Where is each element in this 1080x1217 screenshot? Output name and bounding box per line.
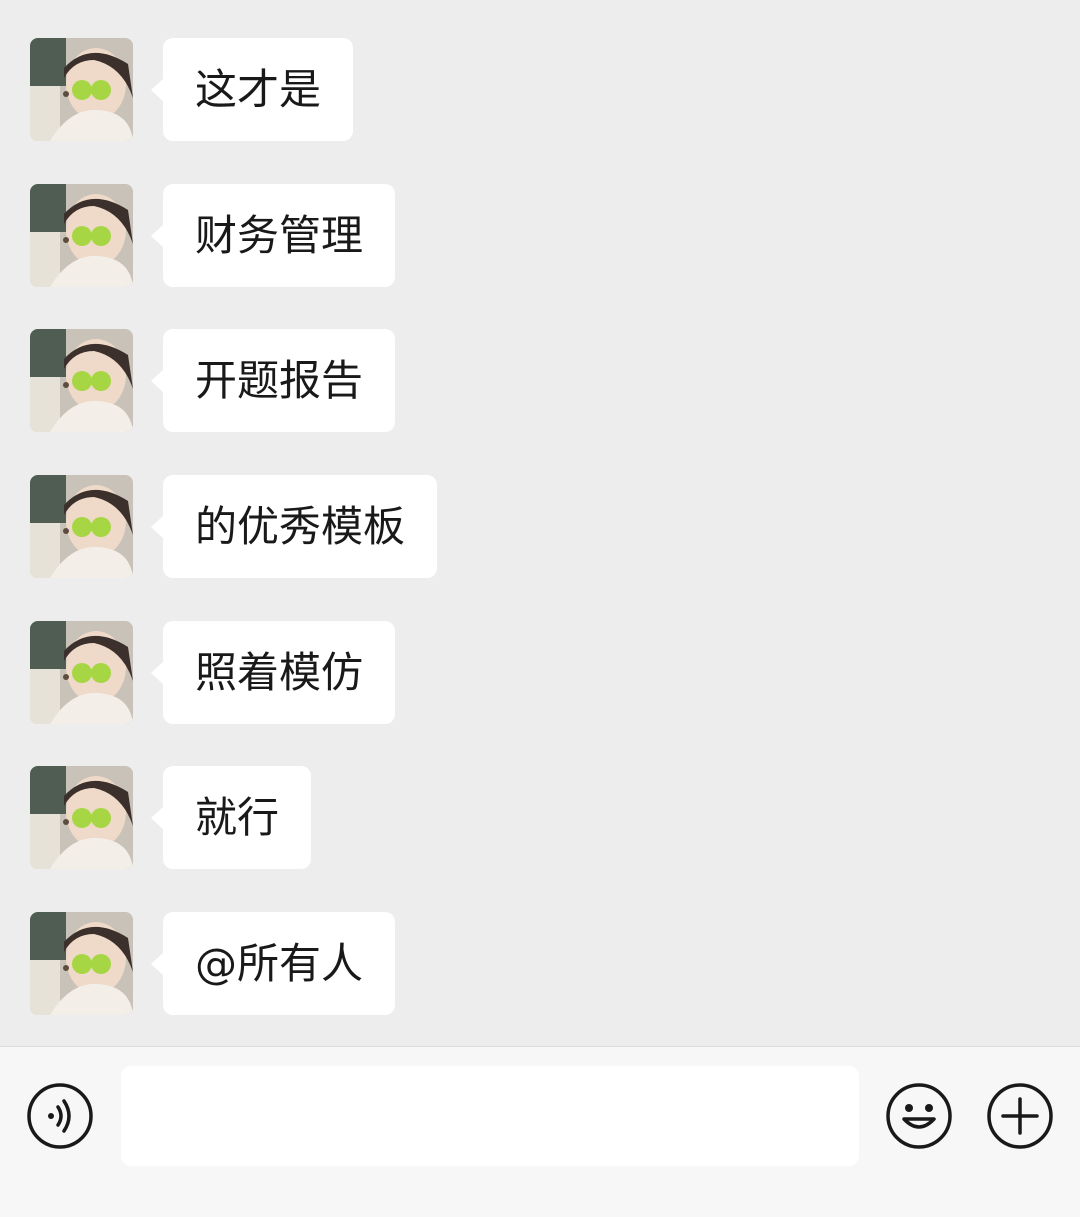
avatar[interactable] — [30, 912, 133, 1015]
emoji-button[interactable] — [885, 1082, 953, 1150]
message-bubble[interactable]: 照着模仿 — [150, 621, 396, 724]
avatar-image — [30, 912, 133, 1015]
message-bubble[interactable]: 财务管理 — [150, 184, 396, 287]
avatar-image — [30, 766, 133, 869]
avatar[interactable] — [30, 38, 133, 141]
chat-area: 这才是 财务管理 开题报告 的优秀模板 照着模仿 就行 @所有人 — [0, 0, 1080, 1046]
message-bubble[interactable]: 的优秀模板 — [150, 475, 438, 578]
avatar[interactable] — [30, 766, 133, 869]
avatar-image — [30, 329, 133, 432]
avatar-image — [30, 621, 133, 724]
avatar[interactable] — [30, 475, 133, 578]
avatar-image — [30, 475, 133, 578]
message-bubble[interactable]: @所有人 — [150, 912, 396, 1015]
emoji-icon — [886, 1083, 952, 1149]
message-input[interactable] — [121, 1066, 859, 1166]
more-button[interactable] — [986, 1082, 1054, 1150]
input-bar — [0, 1046, 1080, 1217]
avatar-image — [30, 38, 133, 141]
avatar[interactable] — [30, 329, 133, 432]
message-bubble[interactable]: 开题报告 — [150, 329, 396, 432]
message-bubble[interactable]: 这才是 — [150, 38, 354, 141]
plus-icon — [987, 1083, 1053, 1149]
voice-icon — [27, 1083, 93, 1149]
message-bubble[interactable]: 就行 — [150, 766, 312, 869]
voice-button[interactable] — [26, 1082, 94, 1150]
avatar[interactable] — [30, 621, 133, 724]
avatar-image — [30, 184, 133, 287]
avatar[interactable] — [30, 184, 133, 287]
